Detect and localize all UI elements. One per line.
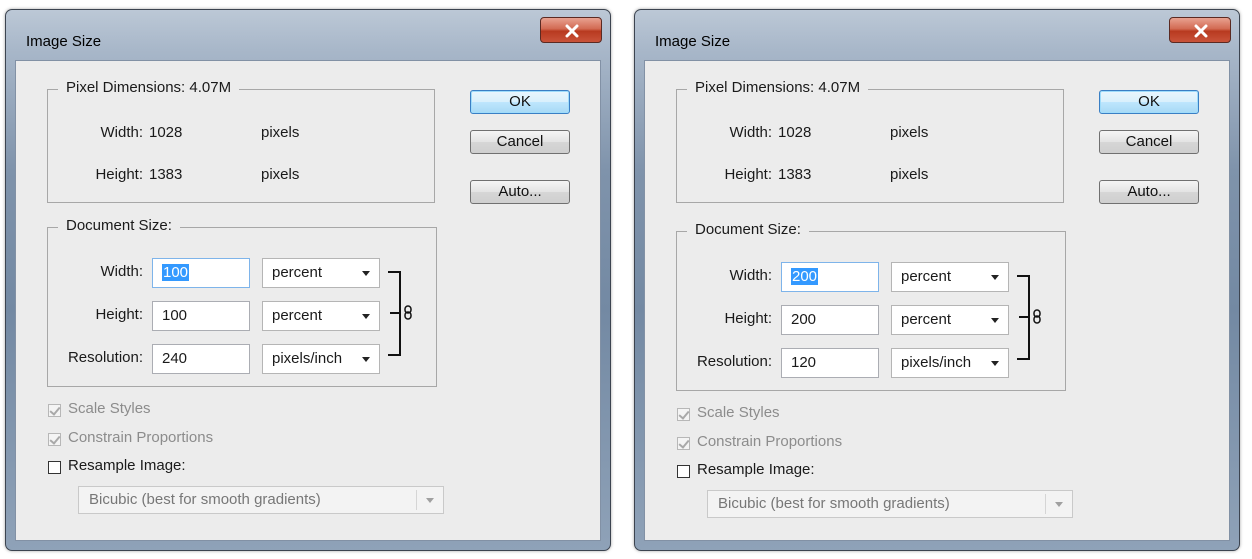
doc-height-label: Height: [95,306,143,323]
resample-method-value: Bicubic (best for smooth gradients) [718,495,950,512]
doc-width-input[interactable]: 200 [781,262,879,292]
pixel-dimensions-group: Pixel Dimensions: 4.07M Width: 1028 pixe… [47,79,435,203]
doc-width-label: Width: [729,267,772,284]
doc-width-unit: percent [901,268,952,285]
doc-height-unit: percent [901,311,952,328]
scale-styles-checkbox[interactable] [677,408,690,421]
chevron-down-icon [362,357,370,362]
combo-separator [416,490,417,510]
doc-width-unit: percent [272,264,323,281]
auto-button[interactable]: Auto... [1099,180,1199,204]
doc-width-value: 200 [791,268,819,285]
chevron-down-icon [426,498,434,503]
resolution-label: Resolution: [67,349,143,366]
chain-link-icon [1033,309,1041,324]
resolution-input[interactable]: 120 [781,348,879,378]
doc-height-input[interactable]: 100 [152,301,250,331]
pixel-height-label: Height: [724,166,772,183]
document-size-group: Document Size: Width: 100 percent Height… [47,217,437,387]
resample-image-label: Resample Image: [697,461,815,478]
dialog-client-area: Pixel Dimensions: 4.07M Width: 1028 pixe… [644,60,1230,541]
chevron-down-icon [362,314,370,319]
doc-width-unit-select[interactable]: percent [891,262,1009,292]
dialog-title: Image Size [655,33,731,50]
doc-height-value: 100 [162,307,188,324]
constrain-link-bracket [1017,275,1041,360]
doc-width-label: Width: [100,263,143,280]
pixel-width-unit: pixels [261,124,300,141]
doc-height-label: Height: [724,310,772,327]
ok-button[interactable]: OK [1099,90,1199,114]
resample-method-value: Bicubic (best for smooth gradients) [89,491,321,508]
document-size-legend: Document Size: [687,221,809,238]
chevron-down-icon [991,361,999,366]
close-x-icon [1194,24,1208,38]
pixel-height-label: Height: [95,166,143,183]
resample-image-checkbox[interactable] [677,465,690,478]
doc-width-input[interactable]: 100 [152,258,250,288]
pixel-width-unit: pixels [890,124,929,141]
close-button[interactable] [1169,17,1231,43]
constrain-proportions-checkbox[interactable] [677,437,690,450]
resample-image-label: Resample Image: [68,457,186,474]
close-x-icon [565,24,579,38]
cancel-button[interactable]: Cancel [470,130,570,154]
resample-method-select[interactable]: Bicubic (best for smooth gradients) [707,490,1073,518]
doc-height-input[interactable]: 200 [781,305,879,335]
constrain-proportions-checkbox[interactable] [48,433,61,446]
resolution-unit-select[interactable]: pixels/inch [262,344,380,374]
pixel-width-value: 1028 [149,124,183,141]
pixel-height-value: 1383 [149,166,183,183]
resolution-value: 240 [162,350,188,367]
chain-link-icon [404,305,412,320]
auto-button[interactable]: Auto... [470,180,570,204]
pixel-height-unit: pixels [890,166,929,183]
resolution-input[interactable]: 240 [152,344,250,374]
document-size-group: Document Size: Width: 200 percent Height… [676,221,1066,391]
dialog-client-area: Pixel Dimensions: 4.07M Width: 1028 pixe… [15,60,601,541]
resolution-unit: pixels/inch [272,350,343,367]
doc-width-value: 100 [162,264,190,281]
pixel-dimensions-legend: Pixel Dimensions: 4.07M [58,79,240,96]
resample-image-checkbox[interactable] [48,461,61,474]
pixel-width-label: Width: [729,124,772,141]
scale-styles-checkbox[interactable] [48,404,61,417]
pixel-dimensions-legend: Pixel Dimensions: 4.07M [687,79,869,96]
resample-method-select[interactable]: Bicubic (best for smooth gradients) [78,486,444,514]
dialog-title: Image Size [26,33,102,50]
cancel-button[interactable]: Cancel [1099,130,1199,154]
pixel-height-unit: pixels [261,166,300,183]
doc-height-value: 200 [791,311,817,328]
image-size-dialog-left: Image Size Pixel Dimensions: 4.07M Width… [5,9,611,551]
chevron-down-icon [991,318,999,323]
constrain-link-bracket [388,271,412,356]
doc-height-unit-select[interactable]: percent [891,305,1009,335]
constrain-proportions-label: Constrain Proportions [697,433,843,450]
resolution-value: 120 [791,354,817,371]
pixel-height-value: 1383 [778,166,812,183]
close-button[interactable] [540,17,602,43]
ok-button[interactable]: OK [470,90,570,114]
scale-styles-label: Scale Styles [68,400,151,417]
scale-styles-label: Scale Styles [697,404,780,421]
chevron-down-icon [362,271,370,276]
pixel-width-label: Width: [100,124,143,141]
doc-height-unit-select[interactable]: percent [262,301,380,331]
resolution-unit-select[interactable]: pixels/inch [891,348,1009,378]
pixel-width-value: 1028 [778,124,812,141]
combo-separator [1045,494,1046,514]
doc-height-unit: percent [272,307,323,324]
pixel-dimensions-group: Pixel Dimensions: 4.07M Width: 1028 pixe… [676,79,1064,203]
image-size-dialog-right: Image Size Pixel Dimensions: 4.07M Width… [634,9,1240,551]
resolution-unit: pixels/inch [901,354,972,371]
chevron-down-icon [991,275,999,280]
chevron-down-icon [1055,502,1063,507]
doc-width-unit-select[interactable]: percent [262,258,380,288]
constrain-proportions-label: Constrain Proportions [68,429,214,446]
resolution-label: Resolution: [696,353,772,370]
document-size-legend: Document Size: [58,217,180,234]
